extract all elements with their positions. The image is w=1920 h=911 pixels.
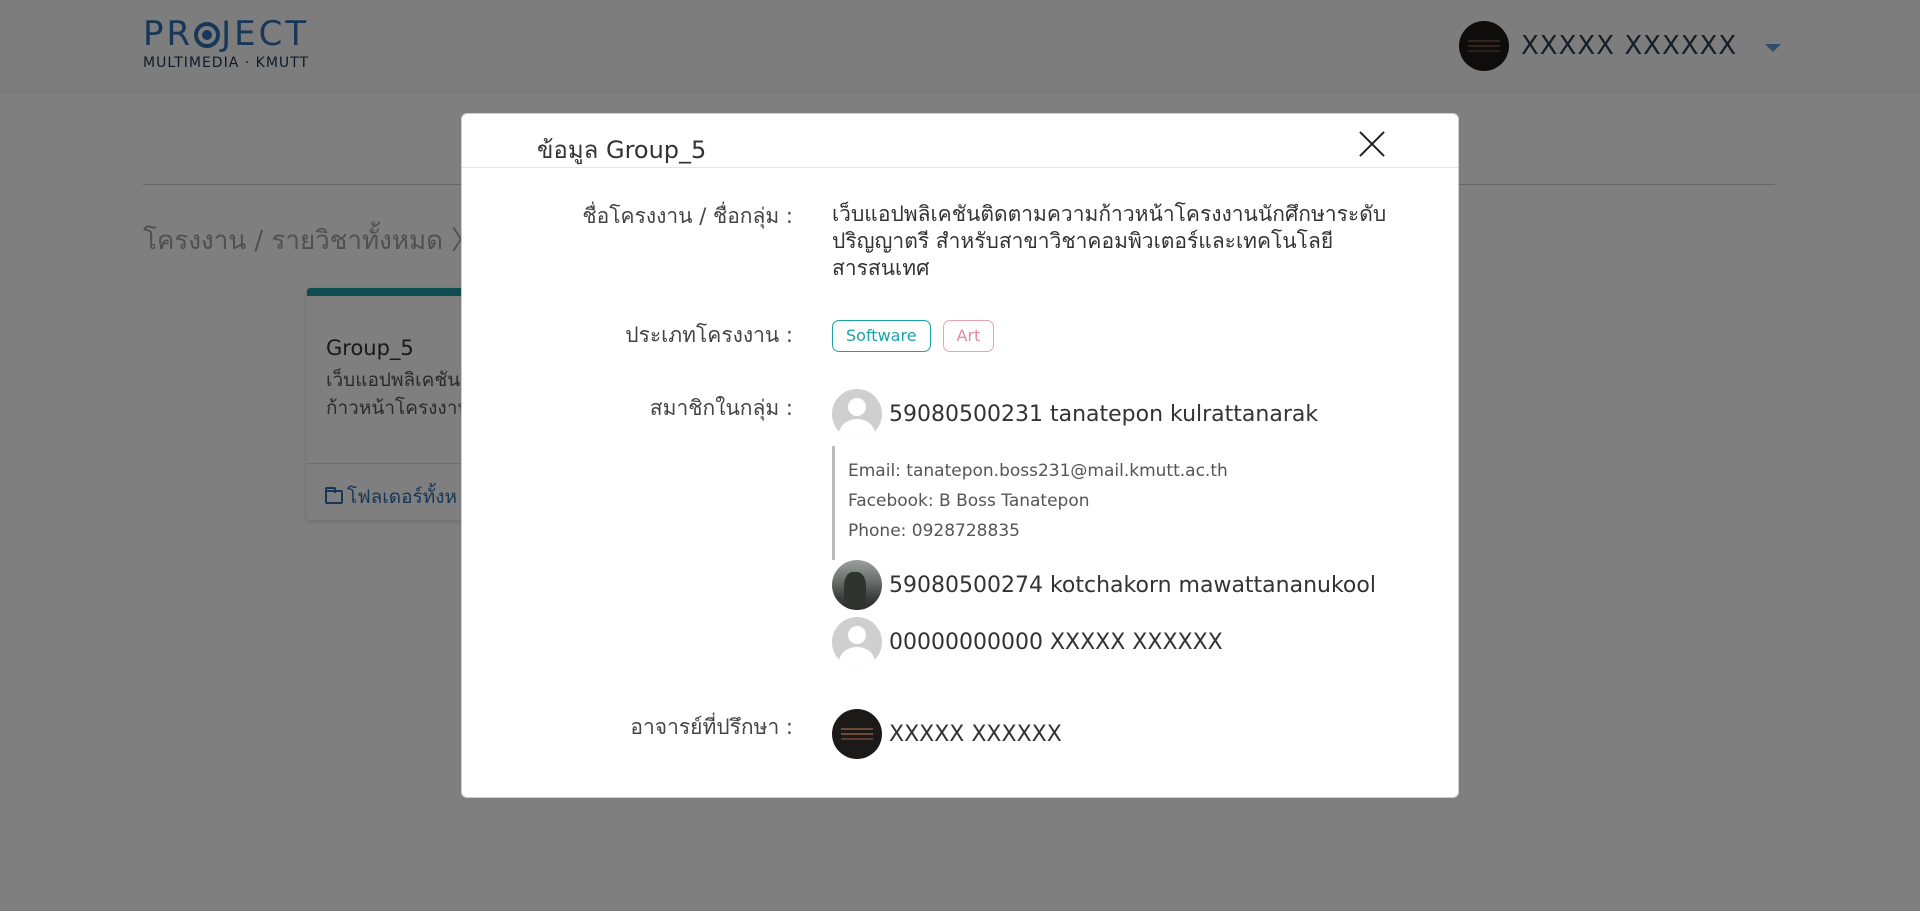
member-item[interactable]: 59080500231 tanatepon kulrattanarak [832,389,1318,439]
project-name-value: เว็บแอปพลิเคชันติดตามความก้าวหน้าโครงงาน… [832,202,1387,280]
member-name[interactable]: 00000000000 XXXXX XXXXXX [889,630,1223,655]
project-type-label: ประเภทโครงงาน : [625,323,793,347]
project-type-tags: Software Art [832,320,995,352]
default-avatar-icon [832,617,882,667]
advisor-avatar [832,709,882,759]
members-label: สมาชิกในกลุ่ม : [649,396,793,420]
tag-art: Art [942,320,995,352]
member-facebook: Facebook: B Boss Tanatepon [848,491,1090,511]
advisor-name[interactable]: XXXXX XXXXXX [889,722,1062,747]
advisor-label: อาจารย์ที่ปรึกษา : [630,715,793,739]
project-name-label: ชื่อโครงงาน / ชื่อกลุ่ม : [582,204,793,228]
member-avatar-photo [832,560,882,610]
member-phone: Phone: 0928728835 [848,521,1020,541]
group-info-modal: ข้อมูล Group_5 ชื่อโครงงาน / ชื่อกลุ่ม :… [461,113,1459,798]
member-contact-info: Email: tanatepon.boss231@mail.kmutt.ac.t… [832,446,1228,560]
member-name[interactable]: 59080500231 tanatepon kulrattanarak [889,402,1318,427]
member-name[interactable]: 59080500274 kotchakorn mawattananukool [889,573,1376,598]
close-icon[interactable] [1358,130,1386,158]
member-item[interactable]: 59080500274 kotchakorn mawattananukool [832,560,1376,610]
member-email: Email: tanatepon.boss231@mail.kmutt.ac.t… [848,461,1228,481]
default-avatar-icon [832,389,882,439]
tag-software: Software [832,320,931,352]
modal-header: ข้อมูล Group_5 [462,114,1458,168]
advisor-item[interactable]: XXXXX XXXXXX [832,709,1062,759]
modal-title: ข้อมูล Group_5 [537,136,707,164]
member-item[interactable]: 00000000000 XXXXX XXXXXX [832,617,1223,667]
